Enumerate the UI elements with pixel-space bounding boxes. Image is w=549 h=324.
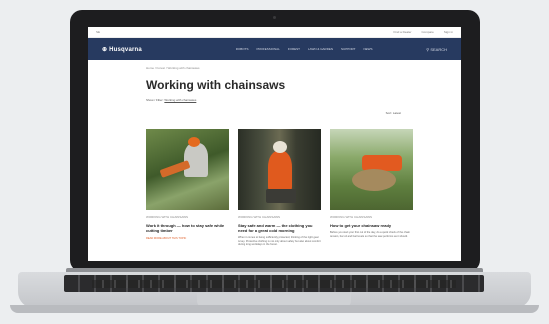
camera-icon [273,16,276,19]
article-image[interactable] [238,129,321,210]
main-navigation: ⊕ Husqvarna ROBOTS PROFESSIONAL FOREST L… [88,38,461,60]
nav-item-professional[interactable]: PROFESSIONAL [256,47,279,51]
helmet-shape [273,141,287,153]
nav-item-robots[interactable]: ROBOTS [236,47,249,51]
sort-dropdown[interactable]: Sort: Latest [386,111,401,115]
article-card[interactable]: WORKING WITH CHAINSAWS Stay safe and war… [238,129,321,247]
article-description: Before you start your first cut of the d… [330,231,410,238]
article-title[interactable]: How to get your chainsaw ready [330,223,413,228]
laptop-front-edge [10,305,539,313]
breadcrumb[interactable]: Home / Forest / Working with chainsaws [88,60,461,70]
article-image[interactable] [330,129,413,210]
article-card[interactable]: WORKING WITH CHAINSAWS Work it through —… [146,129,229,247]
article-category: WORKING WITH CHAINSAWS [330,215,373,219]
keyboard-row [92,280,456,288]
stump-shape [352,169,396,191]
helmet-shape [188,137,200,147]
region-selector[interactable]: SE [96,30,383,34]
nav-item-forest[interactable]: FOREST [288,47,300,51]
brand-logo[interactable]: ⊕ Husqvarna [102,46,182,53]
article-card[interactable]: WORKING WITH CHAINSAWS How to get your c… [330,129,413,247]
nav-item-lawn-garden[interactable]: LAWN & GARDEN [308,47,333,51]
filter-label: Show / Filter: [146,98,164,102]
nav-item-support[interactable]: SUPPORT [341,47,355,51]
nav-item-news[interactable]: NEWS [363,47,372,51]
article-grid: WORKING WITH CHAINSAWS Work it through —… [146,129,413,247]
article-category: WORKING WITH CHAINSAWS [146,215,189,219]
utility-bar: SE Find a Dealer Compare Sign in [88,27,461,38]
search-label: SEARCH [430,46,447,52]
legs-shape [266,189,296,203]
article-title[interactable]: Stay safe and warm — the clothing you ne… [238,223,321,233]
compare-link[interactable]: Compare [421,30,433,34]
article-description: When it comes to being sufficiently prot… [238,236,321,247]
filter-row: Show / Filter: Working with chainsaws [146,98,461,102]
sign-in-link[interactable]: Sign in [444,30,453,34]
article-category: WORKING WITH CHAINSAWS [238,215,281,219]
read-more-link[interactable]: READ MORE ABOUT THIS TOPIC [146,237,229,240]
laptop-screen: SE Find a Dealer Compare Sign in ⊕ Husqv… [88,27,461,261]
article-title[interactable]: Work it through — how to stay safe while… [146,223,229,233]
article-image[interactable] [146,129,229,210]
nav-links: ROBOTS PROFESSIONAL FOREST LAWN & GARDEN… [182,47,426,51]
search-button[interactable]: ⚲ SEARCH [426,47,447,52]
filter-tag[interactable]: Working with chainsaws [164,98,196,102]
forester-figure [268,151,292,191]
find-dealer-link[interactable]: Find a Dealer [393,30,411,34]
page-title: Working with chainsaws [146,78,286,92]
search-icon: ⚲ [426,46,430,52]
